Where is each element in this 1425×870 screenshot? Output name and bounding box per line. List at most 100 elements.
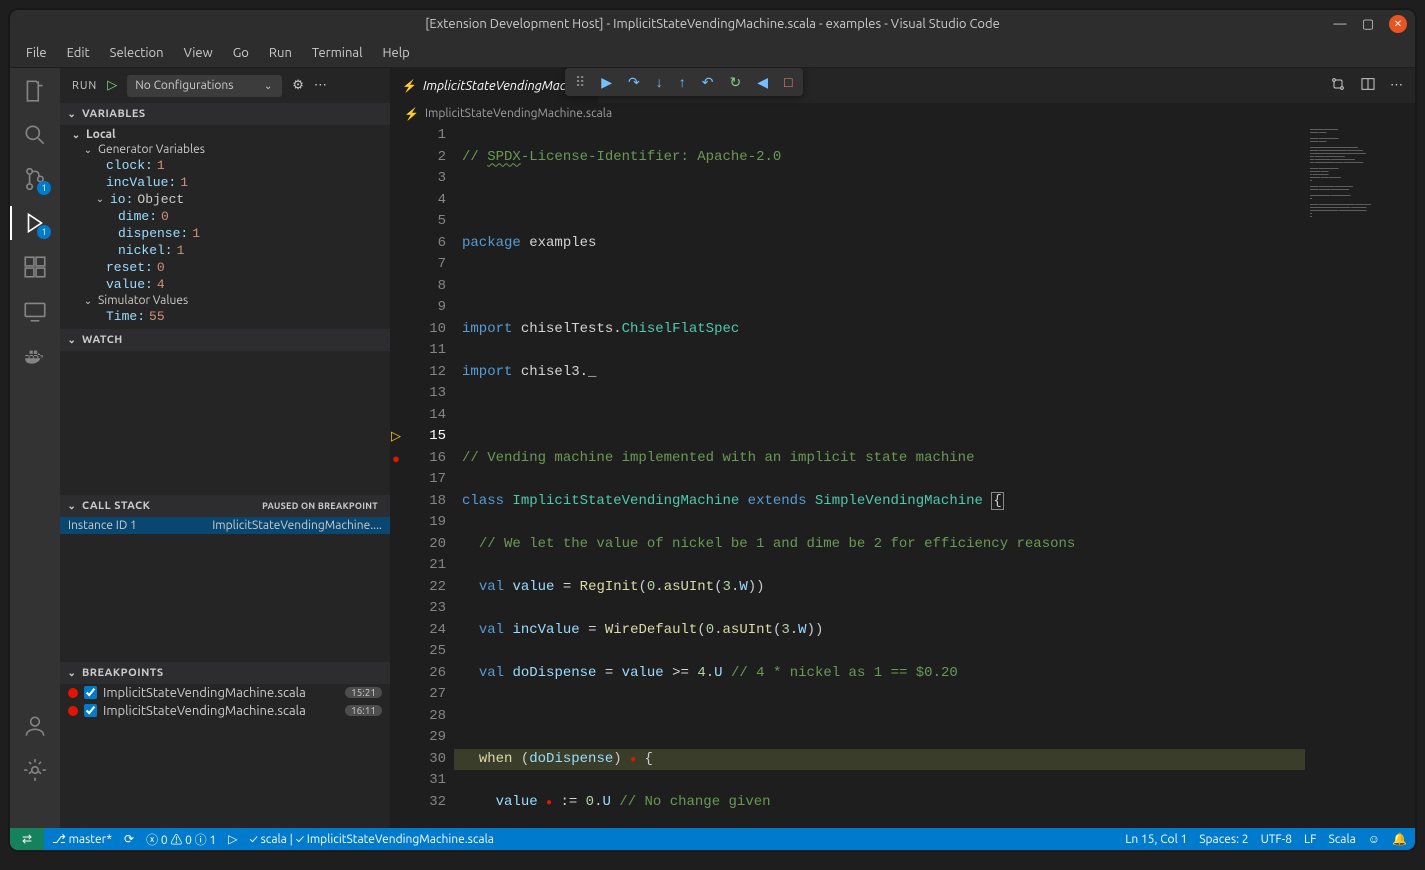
remote-icon[interactable] [22, 298, 48, 324]
breakpoint-row[interactable]: ImplicitStateVendingMachine.scala 16:11 [60, 702, 390, 720]
breakpoint-dot-icon [68, 706, 78, 716]
menu-edit[interactable]: Edit [59, 42, 98, 64]
variables-tree: ⌄Local ⌄Generator Variables clock: 1 inc… [60, 125, 390, 329]
menu-go[interactable]: Go [225, 42, 257, 64]
breadcrumb[interactable]: ⚡ ImplicitStateVendingMachine.scala [390, 103, 1415, 125]
var-clock[interactable]: clock: 1 [60, 157, 390, 174]
scm-icon[interactable]: 1 [22, 166, 48, 192]
window: [Extension Development Host] - ImplicitS… [10, 10, 1415, 850]
var-incvalue[interactable]: incValue: 1 [60, 174, 390, 191]
compare-icon[interactable] [1330, 76, 1346, 95]
step-over-icon[interactable]: ↷ [628, 74, 640, 91]
paused-label: PAUSED ON BREAKPOINT [262, 501, 378, 511]
chevron-down-icon: ⌄ [66, 667, 78, 679]
breakpoint-icon[interactable]: ● [390, 448, 402, 470]
code[interactable]: // SPDX-License-Identifier: Apache-2.0 p… [454, 125, 1305, 828]
config-dropdown[interactable]: No Configurations ⌄ [127, 75, 282, 97]
reverse-icon[interactable]: ◀ [757, 74, 768, 91]
debug-toolbar[interactable]: ⠿ ▶ ↷ ↓ ↑ ↶ ↻ ◀ □ [565, 68, 803, 96]
minimize-button[interactable]: — [1333, 17, 1347, 31]
step-out-icon[interactable]: ↑ [679, 74, 686, 90]
cursor-position[interactable]: Ln 15, Col 1 [1125, 833, 1187, 846]
section-breakpoints[interactable]: ⌄ BREAKPOINTS [60, 662, 390, 684]
run-debug-icon[interactable]: 1 [22, 210, 48, 236]
titlebar: [Extension Development Host] - ImplicitS… [10, 10, 1415, 38]
stop-icon[interactable]: □ [784, 74, 792, 90]
search-icon[interactable] [22, 122, 48, 148]
close-button[interactable]: ✕ [1389, 15, 1407, 33]
encoding[interactable]: UTF-8 [1261, 833, 1292, 846]
watch-body[interactable] [60, 351, 390, 495]
breakpoint-line: 15:21 [345, 687, 382, 698]
step-into-icon[interactable]: ↓ [656, 74, 663, 90]
var-io[interactable]: ⌄io: Object [60, 191, 390, 208]
continue-icon[interactable]: ▶ [601, 74, 612, 91]
settings-icon[interactable] [22, 757, 48, 783]
git-branch[interactable]: ⎇ master* [52, 832, 112, 846]
var-nickel[interactable]: nickel: 1 [60, 242, 390, 259]
config-label: No Configurations [135, 79, 233, 92]
breakpoint-row[interactable]: ImplicitStateVendingMachine.scala 15:21 [60, 684, 390, 702]
debug-badge: 1 [37, 225, 51, 239]
scope-generator-variables[interactable]: ⌄Generator Variables [60, 142, 390, 157]
language-status[interactable]: ✓ scala | ✓ ImplicitStateVendingMachine.… [249, 833, 494, 846]
language-mode[interactable]: Scala [1328, 833, 1355, 846]
stack-frame[interactable]: Instance ID 1 ImplicitStateVendingMachin… [60, 517, 390, 534]
breakpoint-dot-icon [68, 688, 78, 698]
glyph-margin: ▷ ● [390, 125, 402, 828]
docker-icon[interactable] [22, 342, 48, 368]
variables-label: VARIABLES [82, 108, 146, 120]
menu-view[interactable]: View [176, 42, 221, 64]
var-reset[interactable]: reset: 0 [60, 259, 390, 276]
frame-location: ImplicitStateVendingMachine.... [212, 519, 382, 532]
step-back-icon[interactable]: ↶ [702, 74, 714, 91]
scope-simulator-values[interactable]: ⌄Simulator Values [60, 293, 390, 308]
grip-icon[interactable]: ⠿ [575, 74, 585, 91]
split-icon[interactable] [1360, 76, 1376, 95]
accounts-icon[interactable] [22, 713, 48, 739]
breadcrumb-file: ImplicitStateVendingMachine.scala [425, 107, 612, 120]
minimap[interactable]: ▬▬▬▬▬▬▬▬▬▬▬▬▬▬▬▬▬▬ ▬▬▬▬▬▬▬▬ ▬▬▬▬▬▬▬▬▬▬▬▬… [1305, 125, 1415, 828]
debug-status[interactable]: ▷ [228, 832, 237, 846]
var-dispense[interactable]: dispense: 1 [60, 225, 390, 242]
more-icon[interactable]: ⋯ [1390, 78, 1403, 93]
start-debug-icon[interactable]: ▷ [107, 78, 117, 93]
remote-indicator[interactable]: ⇄ [10, 828, 44, 850]
maximize-button[interactable]: ▢ [1361, 17, 1375, 31]
section-callstack[interactable]: ⌄ CALL STACK PAUSED ON BREAKPOINT [60, 495, 390, 517]
more-icon[interactable]: ⋯ [314, 78, 327, 93]
menu-help[interactable]: Help [374, 42, 417, 64]
menu-file[interactable]: File [18, 42, 55, 64]
gear-icon[interactable]: ⚙ [292, 78, 304, 93]
chevron-down-icon: ⌄ [66, 500, 78, 512]
menu-run[interactable]: Run [261, 42, 300, 64]
breakpoint-checkbox[interactable] [84, 704, 97, 717]
eol[interactable]: LF [1304, 833, 1316, 846]
indentation[interactable]: Spaces: 2 [1199, 833, 1248, 846]
menu-selection[interactable]: Selection [102, 42, 172, 64]
editor-body[interactable]: ▷ ● 1234 5678 9101112 13141516 17181920 … [390, 125, 1415, 828]
scala-icon: ⚡ [402, 79, 417, 93]
var-time[interactable]: Time: 55 [60, 308, 390, 325]
scala-icon: ⚡ [404, 107, 419, 121]
scope-local[interactable]: ⌄Local [60, 127, 390, 142]
breakpoint-file: ImplicitStateVendingMachine.scala [103, 686, 306, 700]
var-dime[interactable]: dime: 0 [60, 208, 390, 225]
section-watch[interactable]: ⌄ WATCH [60, 329, 390, 351]
bell-icon[interactable]: 🔔 [1392, 832, 1407, 846]
restart-icon[interactable]: ↻ [730, 74, 742, 91]
section-variables[interactable]: ⌄ VARIABLES [60, 103, 390, 125]
sync-icon[interactable]: ⟳ [124, 832, 134, 846]
feedback-icon[interactable]: ☺ [1368, 832, 1380, 846]
problems[interactable]: ⓧ 0 ⚠ 0 ⓘ 1 [146, 831, 216, 848]
watch-label: WATCH [82, 334, 123, 346]
explorer-icon[interactable] [22, 78, 48, 104]
editor-area: ⚡ ImplicitStateVendingMachi... ⠿ ▶ ↷ ↓ ↑… [390, 68, 1415, 828]
chevron-down-icon: ⌄ [66, 334, 78, 346]
menu-terminal[interactable]: Terminal [304, 42, 371, 64]
var-value[interactable]: value: 4 [60, 276, 390, 293]
extensions-icon[interactable] [22, 254, 48, 280]
sidebar-title: RUN [72, 80, 97, 92]
line-numbers: 1234 5678 9101112 13141516 17181920 2122… [402, 125, 454, 828]
breakpoint-checkbox[interactable] [84, 686, 97, 699]
